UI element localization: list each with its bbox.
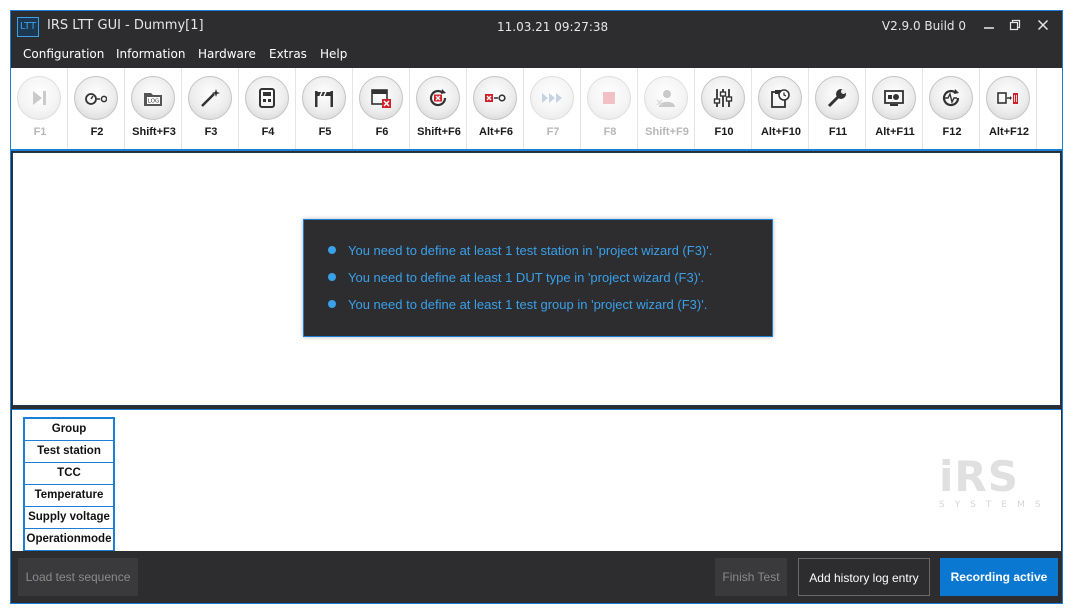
f2-label: F2: [90, 126, 104, 138]
f7-button[interactable]: F7: [525, 68, 581, 149]
menu-help[interactable]: Help: [320, 47, 347, 61]
alt-f6-button[interactable]: Alt+F6: [468, 68, 524, 149]
menu-extras[interactable]: Extras: [269, 47, 307, 61]
info-row-test-station: Test station: [25, 441, 113, 463]
alt-f12-label: Alt+F12: [988, 126, 1030, 138]
clipboard-clock-icon: [758, 76, 802, 120]
app-logo-icon: LTT: [17, 17, 39, 37]
info-row-group: Group: [25, 419, 113, 441]
menu-bar: Configuration Information Hardware Extra…: [11, 43, 1062, 67]
stopwatch-reset-icon: [74, 76, 118, 120]
calculator-icon: [245, 76, 289, 120]
f8-button[interactable]: F8: [582, 68, 638, 149]
f12-label: F12: [942, 126, 962, 138]
add-history-log-button[interactable]: Add history log entry: [798, 558, 930, 596]
load-test-sequence-button[interactable]: Load test sequence: [18, 558, 138, 596]
shift-f6-button[interactable]: Shift+F6: [411, 68, 467, 149]
f4-button[interactable]: F4: [240, 68, 296, 149]
shift-f6-label: Shift+F6: [417, 126, 461, 138]
close-icon[interactable]: [1032, 17, 1054, 37]
heartbeat-refresh-icon: [929, 76, 973, 120]
irs-systems-logo: iRS SYSTEMS: [939, 454, 1049, 514]
finish-test-button[interactable]: Finish Test: [715, 558, 787, 596]
monitor-settings-icon: [872, 76, 916, 120]
info-table: Group Test station TCC Temperature Suppl…: [23, 417, 115, 552]
minimize-icon[interactable]: [978, 17, 1000, 37]
transfer-delete-icon: [986, 76, 1030, 120]
sliders-icon: [701, 76, 745, 120]
f1-button[interactable]: F1: [12, 68, 68, 149]
app-window: LTT IRS LTT GUI - Dummy[1] 11.03.21 09:2…: [10, 10, 1063, 604]
calendar-delete-icon: [359, 76, 403, 120]
bullet-icon: [328, 273, 336, 281]
alt-f12-button[interactable]: Alt+F12: [981, 68, 1037, 149]
logo-main-text: iRS: [939, 452, 1019, 501]
f5-button[interactable]: F5: [297, 68, 353, 149]
barrier-icon: [302, 76, 346, 120]
message-text: You need to define at least 1 test group…: [348, 297, 708, 312]
title-bar: LTT IRS LTT GUI - Dummy[1] 11.03.21 09:2…: [11, 11, 1062, 43]
stop-icon: [587, 76, 631, 120]
shift-f3-label: Shift+F3: [132, 126, 176, 138]
message-item: You need to define at least 1 DUT type i…: [328, 270, 704, 285]
info-row-supply-voltage: Supply voltage: [25, 507, 113, 529]
f1-label: F1: [33, 126, 47, 138]
main-area: You need to define at least 1 test stati…: [12, 152, 1061, 406]
function-toolbar: F1 F2 LOG Shift+F3 F3 F4 F5 F6 Shift+F6: [11, 68, 1062, 151]
shift-f9-label: Shift+F9: [645, 126, 689, 138]
shift-f3-button[interactable]: LOG Shift+F3: [126, 68, 182, 149]
bullet-icon: [328, 300, 336, 308]
svg-text:LOG: LOG: [148, 99, 159, 105]
menu-configuration[interactable]: Configuration: [23, 47, 104, 61]
f11-label: F11: [828, 126, 848, 138]
f3-button[interactable]: F3: [183, 68, 239, 149]
message-box: You need to define at least 1 test stati…: [303, 219, 773, 337]
footer-bar: Load test sequence Finish Test Add histo…: [11, 551, 1062, 603]
f10-label: F10: [714, 126, 734, 138]
message-text: You need to define at least 1 test stati…: [348, 243, 713, 258]
alt-f10-label: Alt+F10: [760, 126, 802, 138]
message-item: You need to define at least 1 test stati…: [328, 243, 712, 258]
alt-f11-button[interactable]: Alt+F11: [867, 68, 923, 149]
f4-label: F4: [261, 126, 275, 138]
f6-label: F6: [375, 126, 389, 138]
f2-button[interactable]: F2: [69, 68, 125, 149]
play-skip-icon: [17, 76, 61, 120]
bullet-icon: [328, 246, 336, 254]
user-delete-icon: [644, 76, 688, 120]
log-folder-icon: LOG: [131, 76, 175, 120]
f11-button[interactable]: F11: [810, 68, 866, 149]
f7-label: F7: [546, 126, 560, 138]
clock-display: 11.03.21 09:27:38: [497, 20, 609, 34]
wrench-icon: [815, 76, 859, 120]
fast-forward-icon: [530, 76, 574, 120]
f12-button[interactable]: F12: [924, 68, 980, 149]
menu-hardware[interactable]: Hardware: [198, 47, 256, 61]
f8-label: F8: [603, 126, 617, 138]
message-item: You need to define at least 1 test group…: [328, 297, 707, 312]
info-row-tcc: TCC: [25, 463, 113, 485]
reset-circle-icon: [416, 76, 460, 120]
clear-zero-icon: [473, 76, 517, 120]
alt-f6-label: Alt+F6: [479, 126, 513, 138]
f6-button[interactable]: F6: [354, 68, 410, 149]
logo-sub-text: SYSTEMS: [939, 500, 1051, 510]
menu-information[interactable]: Information: [116, 47, 185, 61]
info-row-operationmode: Operationmode: [26, 533, 112, 545]
magic-wand-icon: [188, 76, 232, 120]
f10-button[interactable]: F10: [696, 68, 752, 149]
status-panel: Group Test station TCC Temperature Suppl…: [12, 409, 1061, 552]
f3-label: F3: [204, 126, 218, 138]
alt-f10-button[interactable]: Alt+F10: [753, 68, 809, 149]
f5-label: F5: [318, 126, 332, 138]
shift-f9-button[interactable]: Shift+F9: [639, 68, 695, 149]
recording-active-button[interactable]: Recording active: [940, 558, 1058, 596]
alt-f11-label: Alt+F11: [875, 126, 915, 138]
window-title: IRS LTT GUI - Dummy[1]: [47, 18, 204, 33]
version-label: V2.9.0 Build 0: [881, 19, 966, 33]
message-text: You need to define at least 1 DUT type i…: [348, 270, 705, 285]
restore-icon[interactable]: [1004, 17, 1026, 37]
info-row-temperature: Temperature: [25, 485, 113, 507]
